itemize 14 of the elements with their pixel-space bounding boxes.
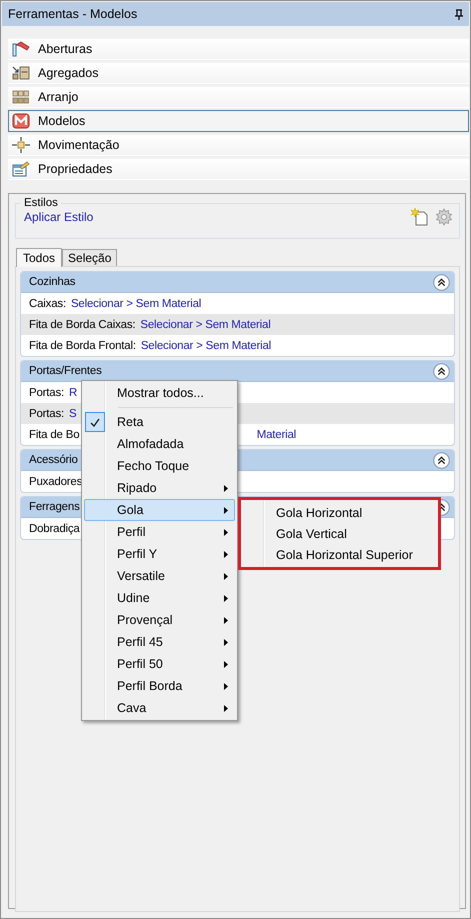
property-label: Portas:: [29, 408, 64, 420]
property-label: Dobradiça: [29, 522, 80, 534]
property-label: Fita de Borda Caixas:: [29, 318, 136, 330]
section-title: Ferragens: [29, 501, 80, 513]
property-label: Portas:: [29, 386, 64, 398]
property-label: Fita de Borda Frontal:: [29, 340, 136, 352]
section-title: Acessório: [29, 454, 78, 466]
group-legend: Estilos: [20, 197, 61, 209]
property-label: Puxadores: [29, 476, 82, 488]
section-title: Portas/Frentes: [29, 365, 102, 377]
window-title: Ferramentas - Modelos: [8, 7, 138, 21]
section-title: Cozinhas: [29, 276, 76, 288]
property-label: Caixas:: [29, 298, 66, 310]
property-label: Fita de Bo: [29, 428, 80, 440]
